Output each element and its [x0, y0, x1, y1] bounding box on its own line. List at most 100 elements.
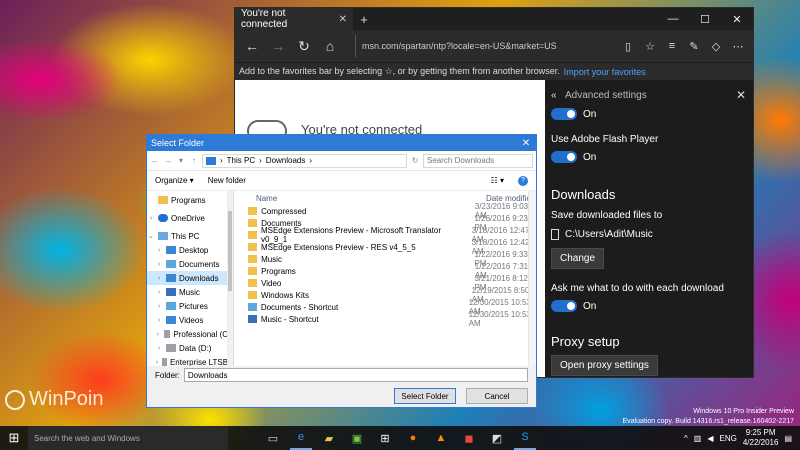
folder-icon	[158, 196, 168, 204]
clock[interactable]: 9:25 PM 4/22/2016	[743, 428, 779, 448]
web-note-icon[interactable]: ✎	[683, 40, 705, 53]
open-proxy-settings-button[interactable]: Open proxy settings	[551, 355, 658, 376]
store-icon[interactable]: ⊞	[374, 426, 396, 450]
volume-icon[interactable]: ◀	[707, 434, 713, 443]
expand-chevron-icon[interactable]: ›	[155, 289, 163, 296]
app-icon[interactable]: ▣	[346, 426, 368, 450]
close-tab-icon[interactable]: ✕	[339, 14, 347, 25]
nav-label: This PC	[171, 231, 200, 241]
back-chevron-icon[interactable]: «	[551, 90, 565, 101]
expand-chevron-icon[interactable]: ›	[155, 317, 163, 324]
documents-icon	[166, 260, 176, 268]
file-row[interactable]: Music - Shortcut 12/30/2015 10:53 AM	[234, 310, 536, 328]
task-view-icon[interactable]: ▭	[262, 426, 284, 450]
start-button[interactable]: ⊞	[0, 430, 28, 446]
vlc-icon[interactable]: ▲	[430, 426, 452, 450]
tray-chevron-icon[interactable]: ^	[684, 434, 688, 443]
nav-item-documents[interactable]: › Documents	[147, 257, 233, 271]
refresh-icon[interactable]: ↻	[410, 156, 420, 165]
expand-chevron-icon[interactable]: ›	[155, 261, 163, 268]
folder-icon	[247, 279, 258, 287]
toggle-switch[interactable]	[551, 108, 577, 120]
folder-field[interactable]	[183, 368, 528, 382]
file-list-scrollbar[interactable]	[528, 191, 536, 366]
toggle-state: On	[583, 108, 597, 120]
network-icon[interactable]: ▥	[694, 434, 702, 443]
expand-chevron-icon[interactable]: ›	[155, 247, 163, 254]
winpoin-watermark: WinPoin	[5, 388, 103, 411]
nav-item-videos[interactable]: › Videos	[147, 313, 233, 327]
dialog-address-row: ← → ▾ ↑ › This PC › Downloads › ↻ Search…	[147, 151, 536, 171]
help-icon[interactable]: ?	[518, 175, 528, 186]
recent-dropdown-icon[interactable]: ▾	[176, 156, 186, 165]
office-icon[interactable]: ◼	[458, 426, 480, 450]
language-indicator[interactable]: ENG	[720, 434, 737, 443]
nav-item-programs[interactable]: Programs	[147, 193, 233, 207]
file-explorer-icon[interactable]: ▰	[318, 426, 340, 450]
navigation-scrollbar[interactable]	[226, 191, 233, 366]
photos-icon[interactable]: ◩	[486, 426, 508, 450]
breadcrumb-root[interactable]: This PC	[227, 156, 255, 165]
back-arrow-icon[interactable]: ←	[150, 156, 160, 165]
nav-item-drive-d[interactable]: › Data (D:)	[147, 341, 233, 355]
up-arrow-icon[interactable]: ↑	[189, 156, 199, 165]
window-close-button[interactable]: ✕	[721, 13, 753, 26]
browser-tab[interactable]: You're not connected ✕	[235, 8, 353, 30]
new-tab-button[interactable]: +	[353, 12, 375, 27]
more-icon[interactable]: ⋯	[727, 40, 749, 53]
close-settings-icon[interactable]: ✕	[735, 88, 747, 102]
minimize-button[interactable]: —	[657, 13, 689, 25]
dialog-close-button[interactable]: ✕	[516, 138, 536, 149]
address-bar[interactable]: msn.com/spartan/ntp?locale=en-US&market=…	[355, 35, 617, 57]
import-favorites-link[interactable]: Import your favorites	[564, 67, 646, 77]
expand-chevron-icon[interactable]: ›	[147, 215, 155, 222]
search-input[interactable]: Search Downloads	[423, 153, 533, 168]
expand-chevron-icon[interactable]: ›	[155, 331, 161, 338]
breadcrumb-current[interactable]: Downloads	[266, 156, 306, 165]
favorite-star-icon[interactable]: ☆	[639, 40, 661, 53]
expand-chevron-icon[interactable]: ›	[155, 303, 163, 310]
nav-item-desktop[interactable]: › Desktop	[147, 243, 233, 257]
nav-item-pictures[interactable]: › Pictures	[147, 299, 233, 313]
forward-arrow-icon[interactable]: →	[163, 156, 173, 165]
notifications-icon[interactable]: ▤	[784, 434, 792, 443]
maximize-button[interactable]: ☐	[689, 13, 721, 26]
file-date: 12/30/2015 10:53 AM	[468, 310, 531, 328]
nav-item-drive-c[interactable]: › Professional (C:)	[147, 327, 233, 341]
home-button[interactable]: ⌂	[317, 38, 343, 54]
reading-view-icon[interactable]: ▯	[617, 40, 639, 53]
folder-label: Folder:	[155, 370, 180, 380]
breadcrumb[interactable]: › This PC › Downloads ›	[202, 153, 407, 168]
firefox-icon[interactable]: ●	[402, 426, 424, 450]
collapse-chevron-icon[interactable]: ⌄	[147, 232, 155, 240]
breadcrumb-chevron-icon: ›	[259, 156, 262, 165]
nav-item-this-pc[interactable]: ⌄ This PC	[147, 229, 233, 243]
taskbar-search[interactable]: Search the web and Windows	[28, 426, 228, 450]
organize-button[interactable]: Organize ▾	[155, 176, 194, 185]
new-folder-button[interactable]: New folder	[208, 176, 246, 185]
nav-item-downloads[interactable]: › Downloads	[147, 271, 233, 285]
back-button[interactable]: ←	[239, 38, 265, 54]
select-folder-button[interactable]: Select Folder	[394, 388, 456, 404]
nav-item-onedrive[interactable]: › OneDrive	[147, 211, 233, 225]
change-button[interactable]: Change	[551, 248, 605, 269]
edge-icon[interactable]: e	[290, 426, 312, 450]
hub-icon[interactable]: ≡	[661, 40, 683, 53]
forward-button[interactable]: →	[265, 38, 291, 54]
evaluation-notice: Windows 10 Pro Insider Preview Evaluatio…	[623, 407, 795, 427]
nav-item-music[interactable]: › Music	[147, 285, 233, 299]
favorites-message: Add to the favorites bar by selecting ☆,…	[239, 66, 560, 76]
skype-icon[interactable]: S	[514, 426, 536, 450]
share-icon[interactable]: ◇	[705, 40, 727, 53]
ask-toggle[interactable]	[551, 300, 577, 312]
expand-chevron-icon[interactable]: ›	[155, 275, 163, 282]
column-name-header[interactable]: Name	[256, 194, 486, 203]
refresh-button[interactable]: ↻	[291, 38, 317, 55]
expand-chevron-icon[interactable]: ›	[155, 345, 163, 352]
cancel-button[interactable]: Cancel	[466, 388, 528, 404]
view-options-icon[interactable]: ☷ ▾	[491, 176, 504, 185]
folder-icon	[247, 291, 257, 299]
navigation-pane: Programs › OneDrive ⌄ This PC › Desktop …	[147, 191, 234, 366]
dialog-toolbar: Organize ▾ New folder ☷ ▾ ?	[147, 171, 536, 191]
flash-toggle[interactable]	[551, 151, 577, 163]
